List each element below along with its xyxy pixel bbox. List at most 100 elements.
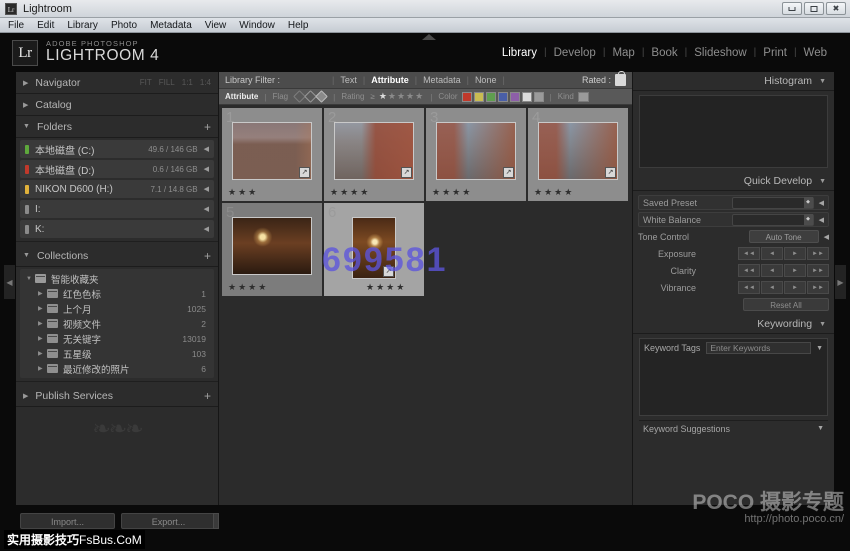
- kind-filter-icon[interactable]: [578, 92, 589, 102]
- add-folder-icon[interactable]: +: [204, 120, 211, 134]
- chevron-right-icon[interactable]: ▶: [38, 320, 47, 327]
- collection-row[interactable]: ▶ 最近修改的照片 6: [20, 361, 214, 376]
- export-button[interactable]: Export...: [121, 513, 216, 529]
- panel-publish-services[interactable]: ▶ Publish Services +: [16, 385, 218, 407]
- chevron-right-icon[interactable]: ▶: [38, 335, 47, 342]
- module-slideshow[interactable]: Slideshow: [687, 47, 753, 59]
- menu-library[interactable]: Library: [67, 20, 98, 31]
- chevron-right-icon[interactable]: ▶: [38, 350, 47, 357]
- folder-volume-row[interactable]: K: ◀: [20, 220, 214, 238]
- panel-collections[interactable]: ▼ Collections +: [16, 245, 218, 267]
- chevron-left-icon[interactable]: ◀: [824, 233, 829, 241]
- filter-tab-none[interactable]: None: [469, 75, 503, 85]
- panel-folders[interactable]: ▼ Folders +: [16, 116, 218, 138]
- minimize-icon[interactable]: [782, 2, 802, 15]
- auto-tone-button[interactable]: Auto Tone: [749, 230, 819, 243]
- flag-rejected-icon[interactable]: [315, 90, 328, 103]
- module-book[interactable]: Book: [644, 47, 684, 59]
- clarity-increase-small[interactable]: ►: [784, 264, 806, 277]
- collection-set-row[interactable]: ▼ 智能收藏夹: [20, 271, 214, 286]
- grid-cell[interactable]: 5 ★★★★: [222, 203, 322, 296]
- chevron-down-icon[interactable]: ▼: [26, 276, 35, 282]
- exposure-decrease-large[interactable]: ◄◄: [738, 247, 760, 260]
- menu-edit[interactable]: Edit: [37, 20, 54, 31]
- cell-rating[interactable]: ★★★★: [366, 282, 406, 293]
- rating-operator[interactable]: ≥: [370, 92, 374, 101]
- thumbnail-grid[interactable]: 1 ↗ ★★★ 2 ↗ ★★★★: [219, 105, 632, 504]
- thumbnail-image[interactable]: ↗: [538, 122, 618, 180]
- chevron-left-icon[interactable]: ◀: [204, 225, 209, 233]
- saved-preset-select[interactable]: ◆: [732, 197, 814, 209]
- swatch-purple[interactable]: [510, 92, 520, 102]
- grid-cell[interactable]: 1 ↗ ★★★: [222, 108, 322, 201]
- panel-catalog[interactable]: ▶ Catalog: [16, 94, 218, 116]
- thumbnail-image[interactable]: ↗: [352, 217, 396, 279]
- module-web[interactable]: Web: [797, 47, 834, 59]
- cell-rating[interactable]: ★★★★: [534, 187, 574, 198]
- menu-view[interactable]: View: [205, 20, 227, 31]
- swatch-red[interactable]: [462, 92, 472, 102]
- cell-rating[interactable]: ★★★★: [228, 282, 268, 293]
- crop-badge-icon[interactable]: ↗: [383, 266, 394, 277]
- clarity-decrease-small[interactable]: ◄: [761, 264, 783, 277]
- swatch-blue[interactable]: [498, 92, 508, 102]
- stepper-icon[interactable]: ◆: [804, 197, 813, 208]
- zoom-fill[interactable]: FILL: [159, 78, 175, 87]
- chevron-right-icon[interactable]: ▶: [38, 305, 47, 312]
- keyword-input[interactable]: Enter Keywords: [706, 342, 811, 354]
- module-library[interactable]: Library: [495, 47, 544, 59]
- collection-row[interactable]: ▶ 无关键字 13019: [20, 331, 214, 346]
- grid-cell-selected[interactable]: 6 ↗ ★★★★: [324, 203, 424, 296]
- white-balance-select[interactable]: ◆: [732, 214, 814, 226]
- rating-stars-empty[interactable]: ★★★★: [388, 91, 424, 102]
- filter-tab-attribute[interactable]: Attribute: [365, 75, 415, 85]
- menu-metadata[interactable]: Metadata: [150, 20, 192, 31]
- thumbnail-image[interactable]: [232, 217, 312, 275]
- module-print[interactable]: Print: [756, 47, 794, 59]
- panel-quick-develop[interactable]: Quick Develop ▼: [633, 172, 834, 191]
- thumbnail-image[interactable]: ↗: [232, 122, 312, 180]
- clarity-increase-large[interactable]: ►►: [807, 264, 829, 277]
- crop-badge-icon[interactable]: ↗: [299, 167, 310, 178]
- exposure-increase-small[interactable]: ►: [784, 247, 806, 260]
- chevron-right-icon[interactable]: ▶: [38, 290, 47, 297]
- module-map[interactable]: Map: [605, 47, 641, 59]
- stepper-icon[interactable]: ◆: [804, 214, 813, 225]
- chevron-down-icon[interactable]: ▼: [817, 425, 824, 432]
- keyword-suggestions-header[interactable]: Keyword Suggestions ▼: [639, 420, 828, 436]
- histogram-graph[interactable]: [639, 95, 828, 168]
- folder-volume-row[interactable]: I: ◀: [20, 200, 214, 218]
- cell-rating[interactable]: ★★★★: [432, 187, 472, 198]
- menu-photo[interactable]: Photo: [111, 20, 137, 31]
- folder-volume-row[interactable]: NIKON D600 (H:) 7.1 / 14.8 GB ◀: [20, 180, 214, 198]
- menu-window[interactable]: Window: [239, 20, 275, 31]
- scrollbar-handle[interactable]: [213, 513, 219, 529]
- grid-cell[interactable]: 2 ↗ ★★★★: [324, 108, 424, 201]
- menu-file[interactable]: File: [8, 20, 24, 31]
- reset-all-button[interactable]: Reset All: [743, 298, 829, 311]
- filter-tab-text[interactable]: Text: [334, 75, 363, 85]
- crop-badge-icon[interactable]: ↗: [401, 167, 412, 178]
- vibrance-decrease-large[interactable]: ◄◄: [738, 281, 760, 294]
- swatch-gray[interactable]: [534, 92, 544, 102]
- chevron-left-icon[interactable]: ◀: [204, 165, 209, 173]
- chevron-left-icon[interactable]: ◀: [204, 145, 209, 153]
- cell-rating[interactable]: ★★★: [228, 187, 258, 198]
- menu-help[interactable]: Help: [288, 20, 309, 31]
- panel-navigator[interactable]: ▶ Navigator FIT FILL 1:1 1:4: [16, 72, 218, 94]
- collection-row[interactable]: ▶ 五星级 103: [20, 346, 214, 361]
- exposure-decrease-small[interactable]: ◄: [761, 247, 783, 260]
- saved-preset-row[interactable]: Saved Preset ◆ ◀: [638, 195, 829, 210]
- folder-volume-row[interactable]: 本地磁盘 (C:) 49.6 / 146 GB ◀: [20, 140, 214, 158]
- white-balance-row[interactable]: White Balance ◆ ◀: [638, 212, 829, 227]
- collection-row[interactable]: ▶ 上个月 1025: [20, 301, 214, 316]
- maximize-icon[interactable]: [804, 2, 824, 15]
- thumbnail-image[interactable]: ↗: [436, 122, 516, 180]
- left-panel-collapse-icon[interactable]: ◀: [4, 265, 15, 299]
- chevron-left-icon[interactable]: ◀: [204, 185, 209, 193]
- vibrance-decrease-small[interactable]: ◄: [761, 281, 783, 294]
- add-collection-icon[interactable]: +: [204, 249, 211, 263]
- crop-badge-icon[interactable]: ↗: [605, 167, 616, 178]
- identity-plate[interactable]: Lr ADOBE PHOTOSHOP LIGHTROOM 4: [12, 40, 159, 66]
- clarity-decrease-large[interactable]: ◄◄: [738, 264, 760, 277]
